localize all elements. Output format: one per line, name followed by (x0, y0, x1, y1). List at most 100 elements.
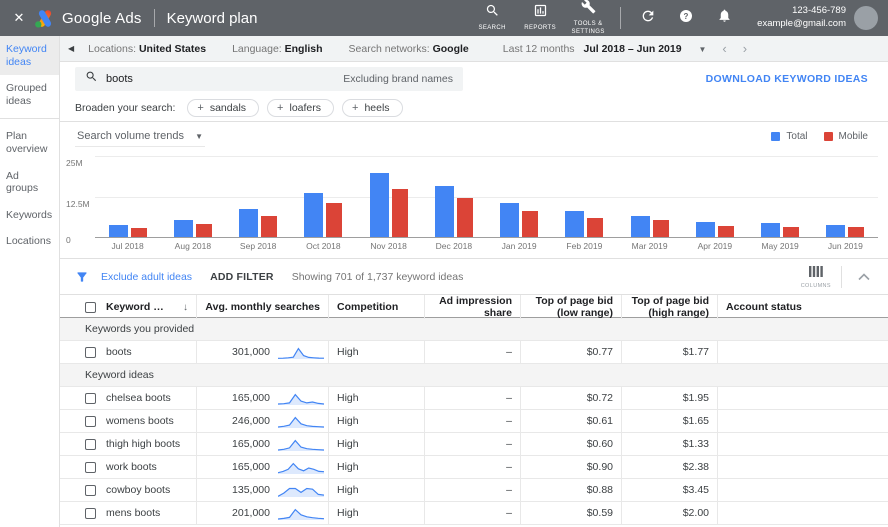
avg-searches-value: 165,000 (232, 461, 270, 473)
chip-sandals[interactable]: + sandals (187, 99, 259, 117)
keyword-search-input[interactable] (106, 73, 343, 85)
excluding-brand-names-note: Excluding brand names (343, 73, 453, 85)
ad-impression-share-cell: – (425, 341, 521, 363)
select-all-checkbox[interactable] (85, 302, 96, 313)
tools-settings-nav-button[interactable]: TOOLS & SETTINGS (566, 0, 610, 37)
row-checkbox[interactable] (85, 485, 96, 496)
chart-legend: Total Mobile (771, 131, 868, 142)
account-status-cell (718, 502, 888, 524)
x-tick-label: Nov 2018 (356, 241, 421, 251)
x-axis-line (95, 237, 878, 238)
sidebar-item-keywords[interactable]: Keywords (0, 202, 59, 229)
x-tick-label: Jun 2019 (813, 241, 878, 251)
notifications-button[interactable] (709, 8, 739, 28)
locations-filter-label: Locations: (88, 43, 136, 55)
bar-group-mar-2019 (617, 156, 682, 237)
avg-searches-header-cell[interactable]: Avg. monthly searches (197, 295, 329, 319)
ad-impression-header-cell[interactable]: Ad impression share (425, 295, 521, 319)
keyword-table-body: Keywords you providedboots301,000High–$0… (60, 318, 888, 525)
bid-low-header-cell[interactable]: Top of page bid (low range) (521, 295, 622, 319)
keyword-header-cell[interactable]: Keyword (by relevance) ↓ (60, 295, 197, 319)
prev-period-button[interactable]: ‹ (722, 41, 726, 56)
row-checkbox[interactable] (85, 508, 96, 519)
product-name: Google Ads (62, 10, 142, 27)
legend-total[interactable]: Total (771, 131, 807, 142)
search-nav-button[interactable]: SEARCH (470, 3, 514, 33)
bid-high-header-cell[interactable]: Top of page bid (high range) (622, 295, 718, 319)
avg-searches-cell: 165,000 (197, 387, 329, 409)
chip-loafers[interactable]: + loafers (267, 99, 334, 117)
legend-mobile-label: Mobile (839, 131, 868, 142)
plus-icon: + (277, 102, 283, 114)
sparkline-chart (278, 482, 324, 498)
help-button[interactable]: ? (671, 8, 701, 29)
sidebar-item-locations[interactable]: Locations (0, 228, 59, 255)
x-tick-label: Jan 2019 (487, 241, 552, 251)
locations-filter-value: United States (139, 43, 206, 55)
table-header-row: Keyword (by relevance) ↓ Avg. monthly se… (60, 295, 888, 318)
filter-funnel-icon (75, 270, 89, 284)
language-filter[interactable]: Language: English (232, 43, 322, 55)
search-networks-filter[interactable]: Search networks: Google (349, 43, 469, 55)
table-row: boots301,000High–$0.77$1.77 (60, 341, 888, 364)
sidebar-item-ad-groups[interactable]: Ad groups (0, 163, 59, 202)
chip-loafers-label: loafers (289, 102, 321, 114)
total-swatch (771, 132, 780, 141)
keyword-search-box[interactable]: Excluding brand names (75, 67, 463, 91)
sidebar-item-plan-overview[interactable]: Plan overview (0, 123, 59, 162)
bid-low-cell: $0.61 (521, 410, 622, 432)
collapse-panel-icon[interactable]: ◀ (68, 44, 74, 53)
table-filter-bar: Exclude adult ideas ADD FILTER Showing 7… (60, 258, 888, 295)
avg-searches-cell: 301,000 (197, 341, 329, 363)
ad-impression-share-cell: – (425, 387, 521, 409)
keyword-cell: chelsea boots (60, 387, 197, 409)
account-status-header-cell[interactable]: Account status (718, 295, 888, 319)
reports-nav-button[interactable]: REPORTS (518, 3, 562, 33)
columns-button-label: COLUMNS (801, 283, 831, 289)
avatar[interactable] (854, 6, 878, 30)
avg-searches-value: 246,000 (232, 415, 270, 427)
total-bar (500, 203, 519, 237)
bar-group-apr-2019 (682, 156, 747, 237)
account-status-cell (718, 456, 888, 478)
chip-heels-label: heels (364, 102, 389, 114)
trends-type-dropdown[interactable]: Search volume trends ▼ (75, 126, 205, 147)
row-checkbox[interactable] (85, 416, 96, 427)
row-checkbox[interactable] (85, 393, 96, 404)
legend-mobile[interactable]: Mobile (824, 131, 868, 142)
appbar-divider (154, 9, 155, 27)
sidebar-item-grouped-ideas[interactable]: Grouped ideas (0, 75, 59, 114)
competition-header-cell[interactable]: Competition (329, 295, 425, 319)
x-tick-label: Apr 2019 (682, 241, 747, 251)
bar-group-oct-2018 (291, 156, 356, 237)
columns-icon (809, 264, 823, 282)
language-filter-value: English (285, 43, 323, 55)
avg-searches-cell: 201,000 (197, 502, 329, 524)
collapse-table-button[interactable] (852, 273, 876, 281)
appbar-icon-divider (620, 7, 621, 29)
sidebar-item-keyword-ideas[interactable]: Keyword ideas (0, 36, 59, 75)
total-bar (631, 216, 650, 237)
search-icon (485, 3, 500, 23)
row-checkbox[interactable] (85, 439, 96, 450)
row-checkbox[interactable] (85, 347, 96, 358)
ytick-12-5m: 12.5M (66, 199, 96, 209)
columns-button[interactable]: COLUMNS (801, 264, 831, 289)
close-icon[interactable]: ✕ (8, 10, 30, 26)
avg-searches-value: 201,000 (232, 507, 270, 519)
next-period-button[interactable]: › (743, 41, 747, 56)
search-networks-filter-value: Google (433, 43, 469, 55)
add-filter-button[interactable]: ADD FILTER (210, 271, 274, 283)
download-keyword-ideas-button[interactable]: DOWNLOAD KEYWORD IDEAS (706, 73, 868, 85)
keyword-cell: boots (60, 341, 197, 363)
search-icon (85, 70, 98, 88)
exclude-adult-ideas-filter[interactable]: Exclude adult ideas (101, 271, 192, 283)
locations-filter[interactable]: Locations: United States (88, 43, 206, 55)
refresh-button[interactable] (633, 8, 663, 29)
svg-text:?: ? (684, 12, 689, 21)
date-range-selector[interactable]: Last 12 months Jul 2018 – Jun 2019 ▼ (503, 43, 707, 55)
chip-heels[interactable]: + heels (342, 99, 403, 117)
row-checkbox[interactable] (85, 462, 96, 473)
plus-icon: + (352, 102, 358, 114)
bid-high-cell: $2.38 (622, 456, 718, 478)
